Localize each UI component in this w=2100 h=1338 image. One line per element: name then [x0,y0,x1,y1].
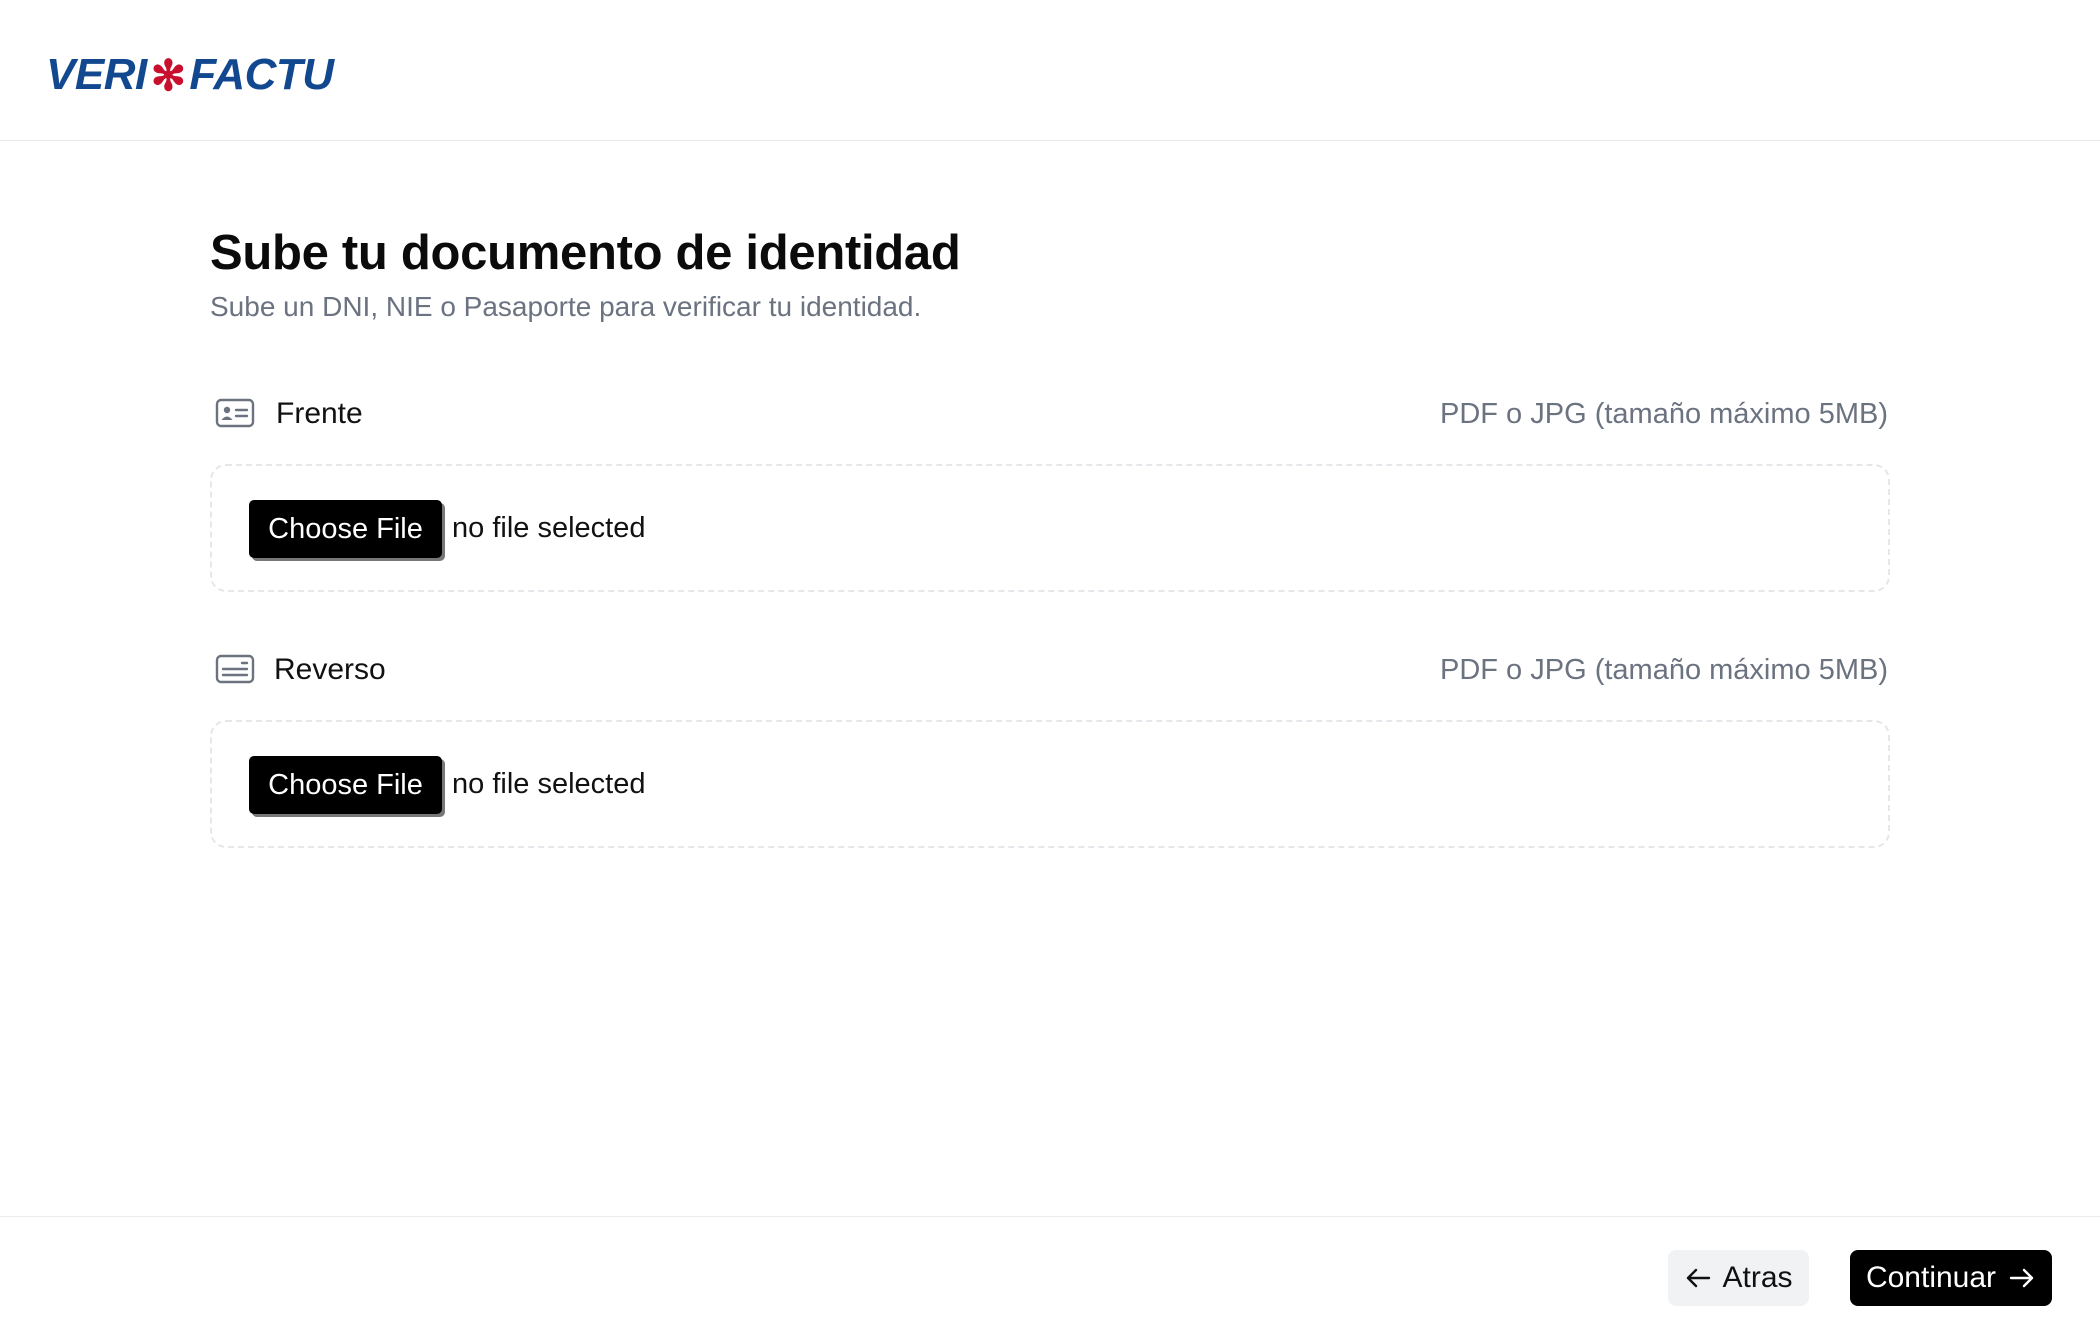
upload-field-front: Frente PDF o JPG (tamaño máximo 5MB) Cho… [210,390,1890,592]
upload-field-back: Reverso PDF o JPG (tamaño máximo 5MB) Ch… [210,646,1890,848]
file-status-front: no file selected [452,512,646,544]
arrow-left-icon [1687,1268,1711,1288]
continue-button-label: Continuar [1865,1261,1997,1294]
choose-file-button-back[interactable]: Choose File [249,756,442,814]
top-header: VERI ✻ FACTU [0,0,2100,141]
field-header: Frente PDF o JPG (tamaño máximo 5MB) [210,390,1890,440]
id-card-back-icon [215,654,255,684]
file-dropzone-back[interactable]: Choose File no file selected [210,720,1890,848]
page-subtitle: Sube un DNI, NIE o Pasaporte para verifi… [210,291,922,322]
arrow-right-icon [2009,1268,2034,1288]
file-dropzone-front[interactable]: Choose File no file selected [210,464,1890,592]
file-format-hint: PDF o JPG (tamaño máximo 5MB) [1440,654,1888,686]
page-title: Sube tu documento de identidad [210,226,961,280]
field-header: Reverso PDF o JPG (tamaño máximo 5MB) [210,646,1890,696]
back-button[interactable]: Atras [1668,1250,1809,1306]
main-content: Sube tu documento de identidad Sube un D… [210,220,1890,848]
file-format-hint: PDF o JPG (tamaño máximo 5MB) [1440,398,1888,430]
id-card-front-icon [215,398,255,428]
choose-file-button-front[interactable]: Choose File [249,500,442,558]
bottom-action-bar: Atras Continuar [0,1216,2100,1338]
logo-text-factu: FACTU [189,50,334,99]
field-label-front: Frente [276,397,363,430]
field-label-back: Reverso [274,653,386,686]
logo-text-veri: VERI [46,50,147,99]
file-status-back: no file selected [452,768,646,800]
back-button-label: Atras [1722,1261,1793,1294]
logo-star-icon: ✻ [150,51,186,99]
verifactu-logo: VERI ✻ FACTU [46,50,334,100]
continue-button[interactable]: Continuar [1850,1250,2052,1306]
